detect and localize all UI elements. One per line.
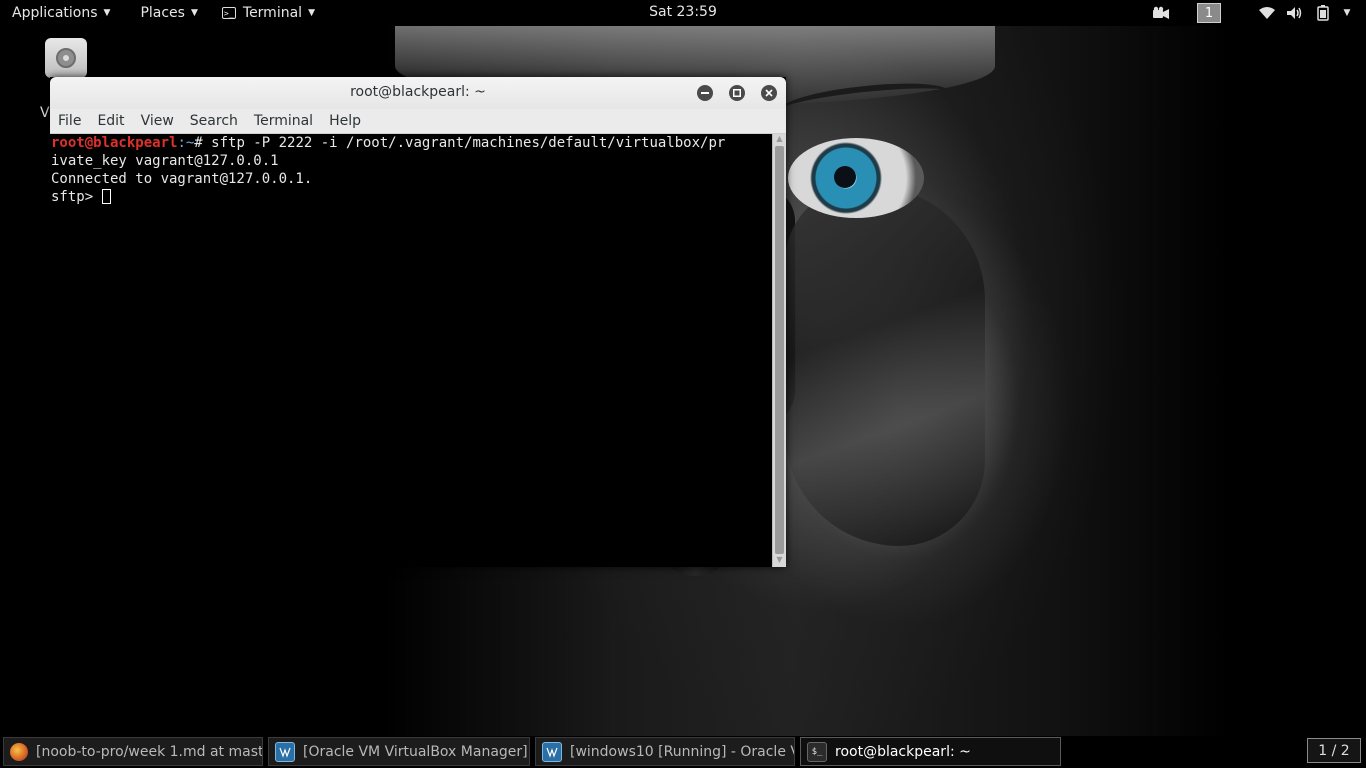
terminal-line: root@blackpearl:~# sftp -P 2222 -i /root… <box>50 134 772 152</box>
taskbar-item-windows10-vm[interactable]: [windows10 [Running] - Oracle V… <box>535 737 795 766</box>
chevron-down-icon: ▼ <box>308 8 315 18</box>
wallpaper-eye <box>788 138 924 218</box>
window-menubar: File Edit View Search Terminal Help <box>50 109 786 134</box>
menu-view[interactable]: View <box>133 113 182 129</box>
text-cursor <box>101 189 111 204</box>
workspace-pager[interactable]: 1 / 2 <box>1307 738 1361 763</box>
command-text-wrap: ivate_key vagrant@127.0.0.1 <box>51 153 279 169</box>
terminal-window: root@blackpearl: ~ File Edit View Search… <box>50 77 786 567</box>
places-label: Places <box>140 5 185 21</box>
applications-menu[interactable]: Applications ▼ <box>12 0 110 26</box>
sftp-prompt: sftp> <box>51 189 102 205</box>
taskbar: [noob-to-pro/week 1.md at maste… [Oracle… <box>0 736 1366 768</box>
maximize-button[interactable] <box>729 85 745 101</box>
wifi-icon[interactable] <box>1258 5 1276 21</box>
terminal-line: Connected to vagrant@127.0.0.1. <box>50 170 772 188</box>
taskbar-item-virtualbox-manager[interactable]: [Oracle VM VirtualBox Manager] <box>268 737 530 766</box>
virtualbox-icon <box>542 741 562 762</box>
menu-help[interactable]: Help <box>321 113 369 129</box>
prompt-symbol: # <box>194 135 212 151</box>
menu-edit[interactable]: Edit <box>89 113 132 129</box>
scroll-up-icon[interactable]: ▲ <box>773 134 786 146</box>
terminal-output-area[interactable]: root@blackpearl:~# sftp -P 2222 -i /root… <box>50 134 772 567</box>
top-panel: Applications ▼ Places ▼ >_ Terminal ▼ Sa… <box>0 0 1366 26</box>
taskbar-item-label: [windows10 [Running] - Oracle V… <box>570 743 795 760</box>
places-menu[interactable]: Places ▼ <box>140 0 197 26</box>
window-titlebar[interactable]: root@blackpearl: ~ <box>50 77 786 109</box>
scroll-down-icon[interactable]: ▼ <box>773 555 786 567</box>
command-text: sftp -P 2222 -i /root/.vagrant/machines/… <box>211 135 726 151</box>
terminal-icon: >_ <box>221 7 236 19</box>
terminal-line: ivate_key vagrant@127.0.0.1 <box>50 152 772 170</box>
minimize-button[interactable] <box>697 85 713 101</box>
workspace-indicator[interactable]: 1 <box>1197 3 1221 23</box>
taskbar-item-label: [noob-to-pro/week 1.md at maste… <box>36 743 263 760</box>
taskbar-item-terminal[interactable]: $_ root@blackpearl: ~ <box>800 737 1061 766</box>
menu-file[interactable]: File <box>50 113 89 129</box>
taskbar-item-label: [Oracle VM VirtualBox Manager] <box>303 743 528 760</box>
firefox-icon <box>10 742 28 761</box>
close-button[interactable] <box>761 85 777 101</box>
chevron-down-icon: ▼ <box>103 8 111 18</box>
chevron-down-icon[interactable]: ▼ <box>1342 5 1352 21</box>
chevron-down-icon: ▼ <box>190 8 198 18</box>
video-camera-icon[interactable] <box>1152 5 1170 21</box>
prompt-user: root@blackpearl <box>51 135 178 151</box>
virtualbox-icon <box>275 741 295 762</box>
applications-label: Applications <box>12 5 98 21</box>
terminal-line: sftp> <box>50 188 772 206</box>
scrollbar-thumb[interactable] <box>775 146 784 554</box>
terminal-icon: $_ <box>807 741 827 762</box>
desktop-icon-label: V <box>40 105 50 121</box>
window-title: root@blackpearl: ~ <box>350 84 486 100</box>
terminal-app-menu[interactable]: >_ Terminal ▼ <box>221 0 315 26</box>
output-text: Connected to vagrant@127.0.0.1. <box>51 171 313 187</box>
system-tray: 1 ▼ <box>1152 0 1366 26</box>
taskbar-item-label: root@blackpearl: ~ <box>835 743 971 760</box>
disc-icon <box>56 48 76 68</box>
taskbar-item-firefox[interactable]: [noob-to-pro/week 1.md at maste… <box>3 737 263 766</box>
battery-icon[interactable] <box>1314 5 1332 21</box>
volume-icon[interactable] <box>1286 5 1304 21</box>
menu-terminal[interactable]: Terminal <box>246 113 321 129</box>
terminal-app-label: Terminal <box>242 5 303 21</box>
wallpaper-hand <box>785 186 985 546</box>
desktop-drive-icon[interactable] <box>45 38 87 78</box>
prompt-path: :~ <box>177 135 195 151</box>
terminal-scrollbar[interactable]: ▲ ▼ <box>772 134 786 567</box>
menu-search[interactable]: Search <box>182 113 246 129</box>
